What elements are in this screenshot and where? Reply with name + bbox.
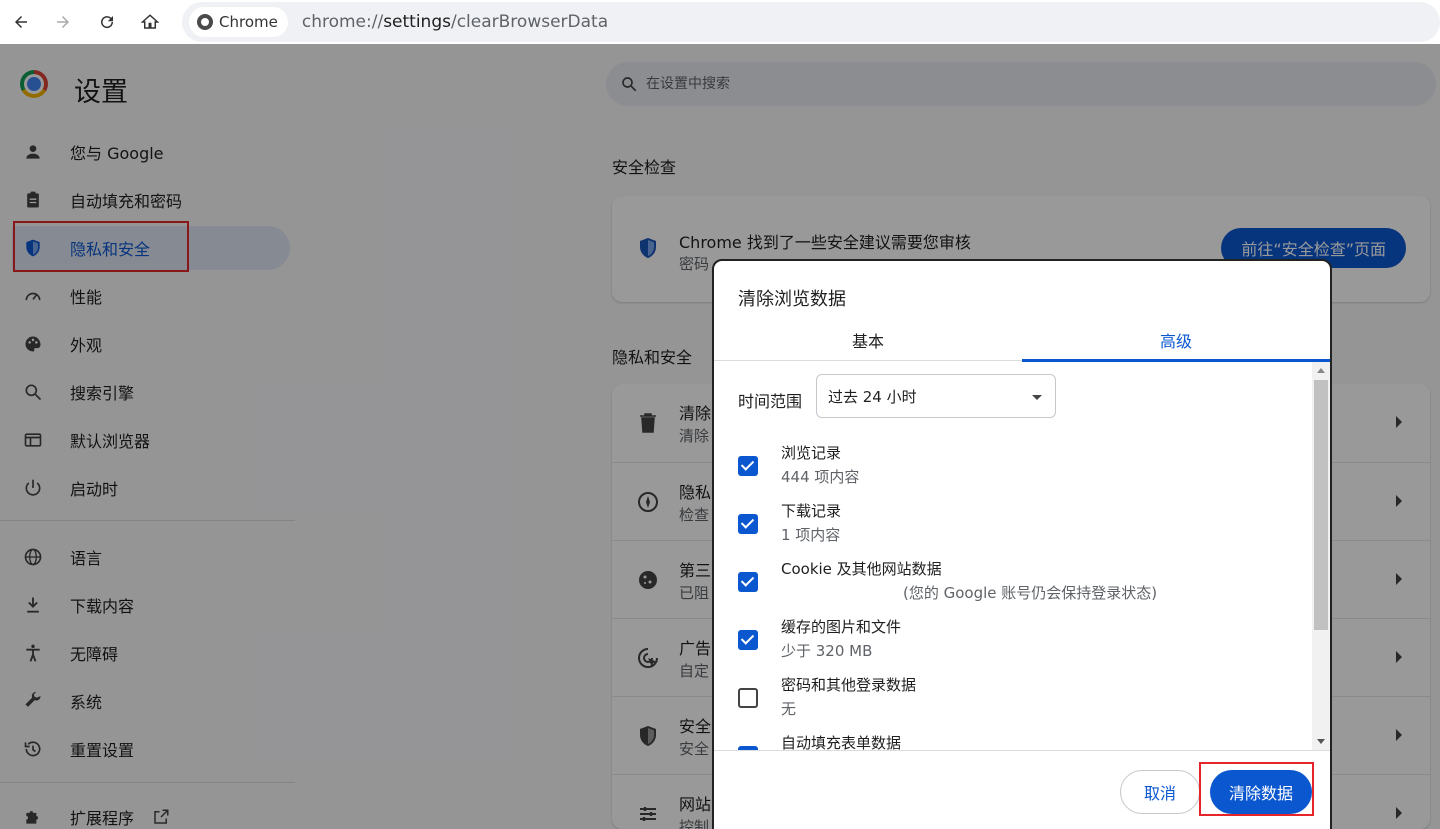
option-download-history[interactable]: 下载记录 1 项内容	[738, 500, 1298, 554]
site-chip-label: Chrome	[219, 13, 278, 31]
reload-button[interactable]	[92, 7, 122, 37]
option-subtitle: 444 项内容	[781, 468, 860, 486]
option-subtitle: 无	[781, 700, 797, 718]
checkbox-cookies[interactable]	[738, 572, 758, 592]
checkbox-browsing-history[interactable]	[738, 456, 758, 476]
cancel-button[interactable]: 取消	[1120, 770, 1200, 814]
home-icon	[141, 14, 159, 29]
option-autofill-form-data[interactable]: 自动填充表单数据	[738, 732, 1298, 750]
url-text[interactable]: chrome://settings/clearBrowserData	[302, 12, 608, 32]
option-title: 自动填充表单数据	[781, 734, 902, 750]
scroll-down-arrow-icon[interactable]	[1317, 739, 1325, 744]
checkbox-cached-images[interactable]	[738, 630, 758, 650]
option-subtitle: (您的 Google 账号仍会保持登录状态)	[903, 584, 1158, 602]
dropdown-arrow-icon	[1032, 395, 1042, 400]
option-title: 密码和其他登录数据	[781, 676, 917, 694]
option-title: 下载记录	[781, 502, 842, 520]
address-bar[interactable]: Chrome chrome://settings/clearBrowserDat…	[182, 2, 1440, 42]
tab-basic[interactable]: 基本	[714, 319, 1022, 361]
url-scheme: chrome://	[301, 12, 384, 32]
scrollbar-thumb[interactable]	[1314, 380, 1328, 630]
checkbox-download-history[interactable]	[738, 514, 758, 534]
tab-advanced[interactable]: 高级	[1022, 319, 1330, 362]
url-host: settings	[383, 12, 451, 32]
option-cached-images[interactable]: 缓存的图片和文件 少于 320 MB	[738, 616, 1298, 670]
clear-browsing-data-dialog: 清除浏览数据 基本 高级 时间范围 过去 24 小时 浏览记录 444 项内容 …	[712, 259, 1332, 829]
option-browsing-history[interactable]: 浏览记录 444 项内容	[738, 442, 1298, 496]
dialog-scrollbar[interactable]	[1312, 362, 1330, 750]
back-button[interactable]	[6, 7, 36, 37]
url-path: /clearBrowserData	[450, 12, 609, 32]
checkbox-passwords[interactable]	[738, 688, 758, 708]
home-button[interactable]	[135, 7, 165, 37]
site-info-chip[interactable]: Chrome	[189, 7, 288, 37]
option-title: 缓存的图片和文件	[781, 618, 902, 636]
option-title: 浏览记录	[781, 444, 842, 462]
arrow-right-icon	[57, 16, 69, 28]
option-cookies[interactable]: Cookie 及其他网站数据 (您的 Google 账号仍会保持登录状态)	[738, 558, 1298, 612]
option-subtitle: 1 项内容	[781, 526, 841, 544]
browser-toolbar: Chrome chrome://settings/clearBrowserDat…	[0, 0, 1440, 44]
chrome-logo-icon	[197, 14, 213, 30]
option-passwords[interactable]: 密码和其他登录数据 无	[738, 674, 1298, 728]
time-range-label: 时间范围	[738, 392, 803, 411]
time-range-select[interactable]: 过去 24 小时	[816, 374, 1056, 418]
option-subtitle: 少于 320 MB	[781, 642, 873, 660]
option-title: Cookie 及其他网站数据	[781, 560, 942, 578]
time-range-value: 过去 24 小时	[828, 387, 917, 406]
dialog-tabs: 基本 高级	[714, 319, 1330, 362]
reload-icon	[101, 16, 114, 29]
scroll-up-arrow-icon[interactable]	[1317, 368, 1325, 373]
dialog-body: 时间范围 过去 24 小时 浏览记录 444 项内容 下载记录 1 项内容 Co…	[714, 362, 1330, 750]
arrow-left-icon	[15, 16, 27, 28]
highlight-box-clear-data	[1199, 762, 1314, 816]
dialog-title: 清除浏览数据	[738, 289, 846, 310]
forward-button[interactable]	[48, 7, 78, 37]
